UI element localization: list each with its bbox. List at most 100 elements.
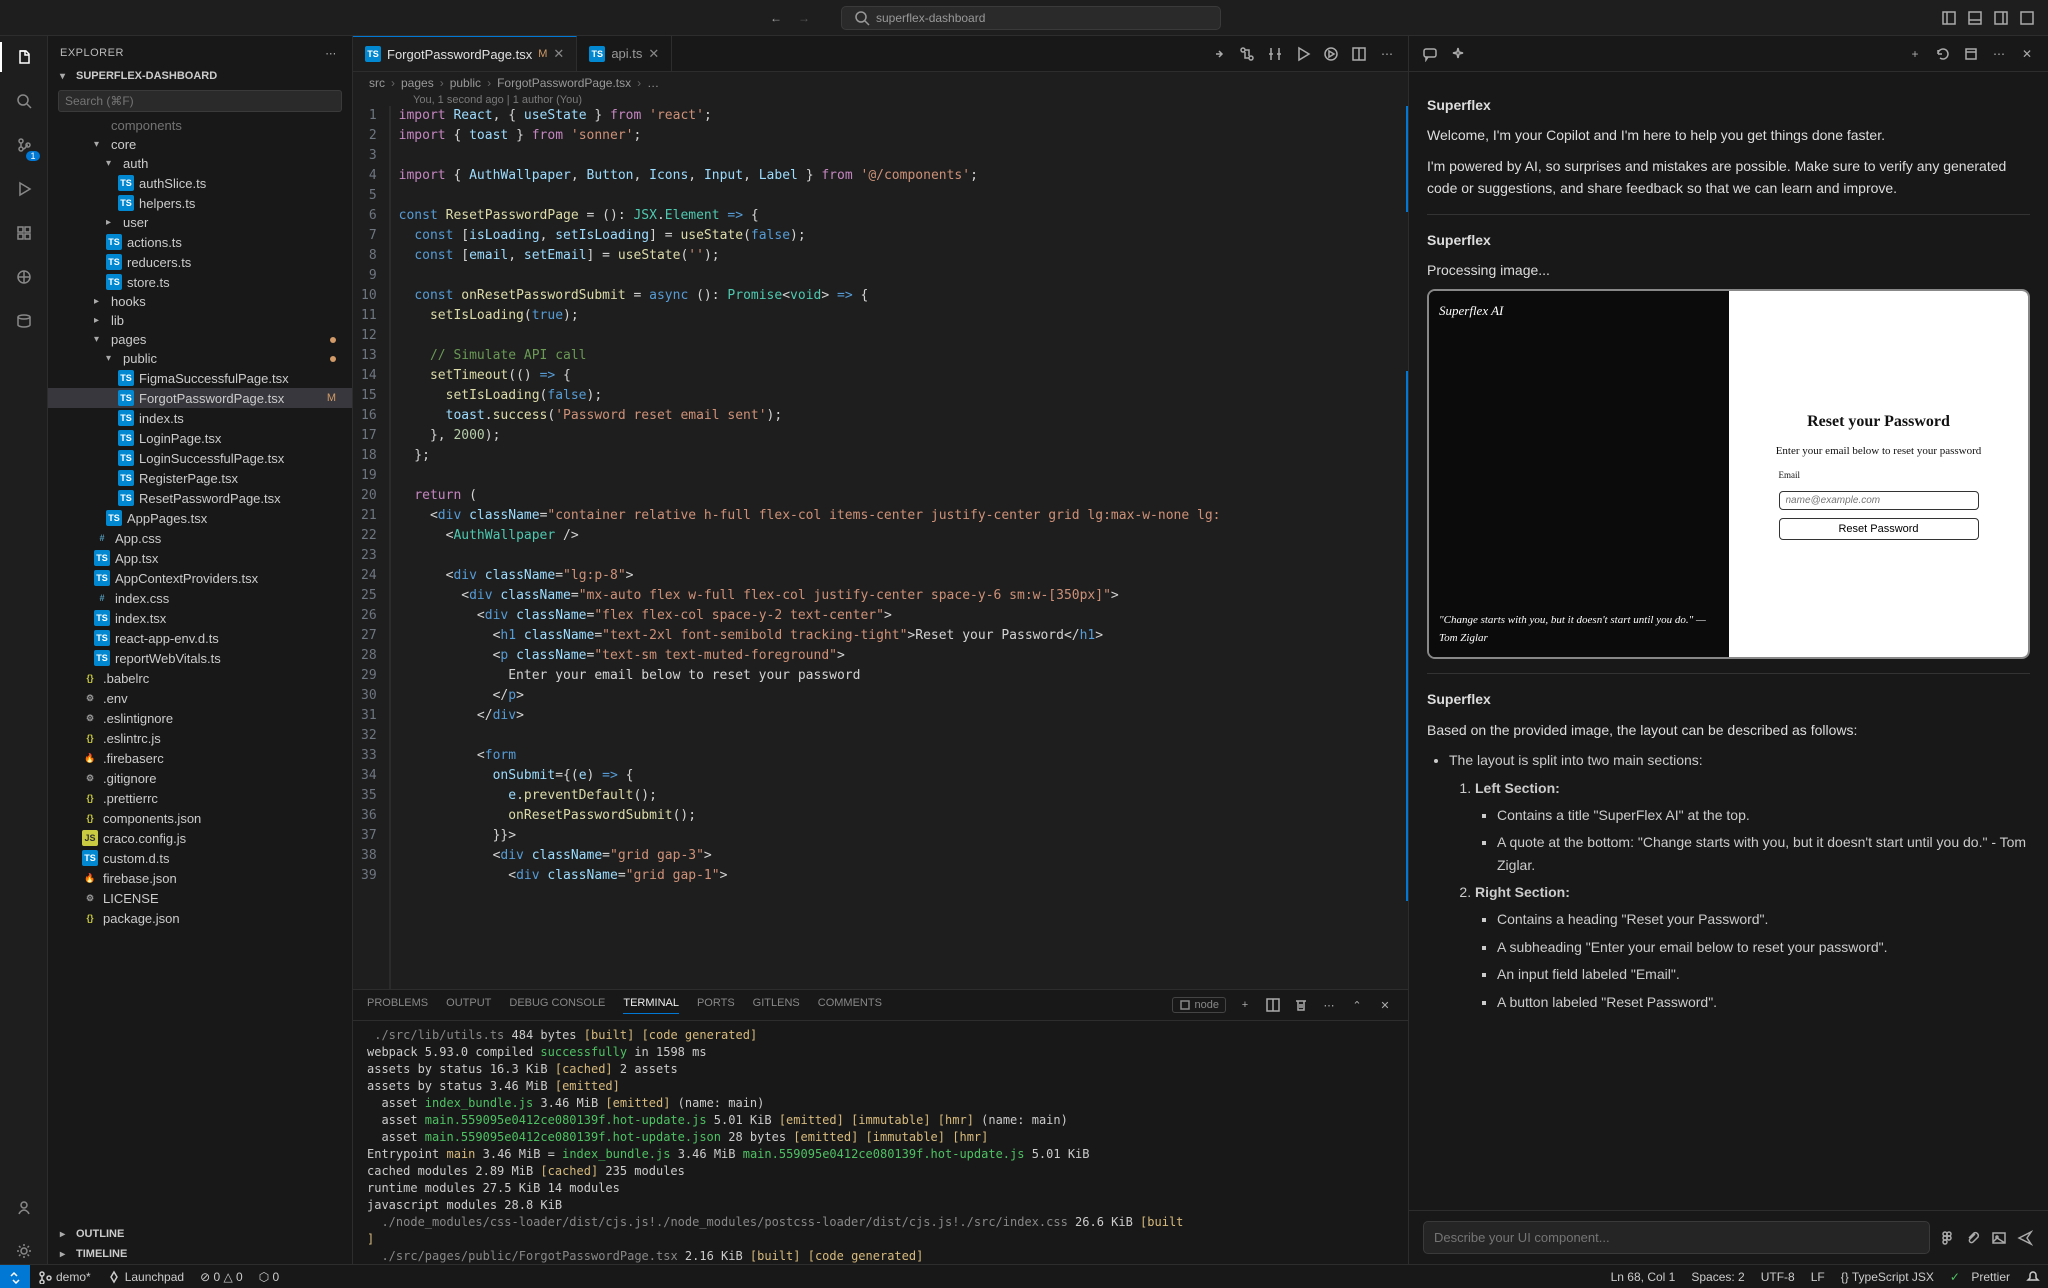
file-item[interactable]: TSAppContextProviders.tsx [48, 568, 352, 588]
nav-back-icon[interactable]: ← [767, 9, 785, 27]
split-terminal-icon[interactable] [1264, 996, 1282, 1014]
close-tab-icon[interactable]: ✕ [553, 46, 564, 62]
folder-item[interactable]: ▸user [48, 213, 352, 232]
file-item[interactable]: TSauthSlice.ts [48, 173, 352, 193]
layout-bottom-icon[interactable] [1966, 9, 1984, 27]
file-item[interactable]: TSLoginSuccessfulPage.tsx [48, 448, 352, 468]
split-icon[interactable] [1350, 45, 1368, 63]
file-item[interactable]: TSFigmaSuccessfulPage.tsx [48, 368, 352, 388]
timeline-section[interactable]: ▸TIMELINE [48, 1244, 352, 1264]
project-section[interactable]: ▾SUPERFLEX-DASHBOARD [48, 66, 352, 86]
account-icon[interactable] [11, 1194, 37, 1220]
branch-indicator[interactable]: demo* [30, 1270, 99, 1284]
file-item[interactable]: TSForgotPasswordPage.tsxM [48, 388, 352, 408]
file-item[interactable]: TSApp.tsx [48, 548, 352, 568]
close-panel-icon[interactable]: ✕ [1376, 996, 1394, 1014]
file-item[interactable]: ⚙.env [48, 688, 352, 708]
file-item[interactable]: #index.css [48, 588, 352, 608]
editor-tab[interactable]: TSapi.ts✕ [577, 36, 672, 71]
file-item[interactable]: TSreact-app-env.d.ts [48, 628, 352, 648]
layout-primary-icon[interactable] [1940, 9, 1958, 27]
folder-item[interactable]: ▸hooks [48, 292, 352, 311]
toggle-icon[interactable] [1210, 45, 1228, 63]
file-item[interactable]: {}.prettierrc [48, 788, 352, 808]
nav-forward-icon[interactable]: → [795, 9, 813, 27]
run-all-icon[interactable] [1322, 45, 1340, 63]
send-icon[interactable] [2016, 1229, 2034, 1247]
encoding[interactable]: UTF-8 [1753, 1270, 1803, 1284]
folder-item[interactable]: ▾pages [48, 330, 352, 349]
terminal-profile[interactable]: node [1172, 997, 1226, 1013]
panel-tab-ports[interactable]: PORTS [697, 997, 735, 1013]
kill-terminal-icon[interactable] [1292, 996, 1310, 1014]
folder-item[interactable]: ▾core [48, 135, 352, 154]
code-editor[interactable]: import React, { useState } from 'react';… [389, 106, 1408, 989]
file-item[interactable]: TSstore.ts [48, 272, 352, 292]
run-icon[interactable] [1294, 45, 1312, 63]
run-debug-icon[interactable] [11, 176, 37, 202]
layout-custom-icon[interactable] [2018, 9, 2036, 27]
file-item[interactable]: {}components.json [48, 808, 352, 828]
file-item[interactable]: TSreducers.ts [48, 252, 352, 272]
panel-more-icon[interactable]: ⋯ [1320, 996, 1338, 1014]
close-tab-icon[interactable]: ✕ [648, 46, 659, 62]
file-item[interactable]: TShelpers.ts [48, 193, 352, 213]
file-item[interactable]: TSAppPages.tsx [48, 508, 352, 528]
launchpad[interactable]: Launchpad [99, 1270, 192, 1284]
file-item[interactable]: ⚙.gitignore [48, 768, 352, 788]
minimap[interactable] [1398, 106, 1408, 989]
attach-icon[interactable] [1964, 1229, 1982, 1247]
problems-indicator[interactable]: ⊘ 0 △ 0 [192, 1270, 251, 1284]
remote-indicator[interactable] [0, 1265, 30, 1288]
file-item[interactable]: {}.babelrc [48, 668, 352, 688]
image-icon[interactable] [1990, 1229, 2008, 1247]
new-terminal-icon[interactable]: + [1236, 996, 1254, 1014]
code-lens[interactable]: You, 1 second ago | 1 author (You) [353, 94, 1408, 106]
new-chat-icon[interactable]: + [1906, 45, 1924, 63]
file-item[interactable]: TSactions.ts [48, 232, 352, 252]
sparkle-icon[interactable] [1449, 45, 1467, 63]
cursor-position[interactable]: Ln 68, Col 1 [1603, 1270, 1684, 1284]
breadcrumbs[interactable]: src›pages›public›ForgotPasswordPage.tsx›… [353, 72, 1408, 94]
indentation[interactable]: Spaces: 2 [1683, 1270, 1752, 1284]
prettier[interactable]: ✓ Prettier [1942, 1270, 2018, 1284]
file-item[interactable]: components [48, 116, 352, 135]
outline-section[interactable]: ▸OUTLINE [48, 1224, 352, 1244]
tree-search-input[interactable] [58, 90, 342, 112]
file-item[interactable]: TSRegisterPage.tsx [48, 468, 352, 488]
tab-more-icon[interactable]: ⋯ [1378, 45, 1396, 63]
file-item[interactable]: 🔥firebase.json [48, 868, 352, 888]
explorer-icon[interactable] [11, 44, 37, 70]
file-item[interactable]: 🔥.firebaserc [48, 748, 352, 768]
file-item[interactable]: ⚙LICENSE [48, 888, 352, 908]
panel-tab-terminal[interactable]: TERMINAL [623, 997, 679, 1014]
notifications-icon[interactable] [2018, 1270, 2048, 1284]
panel-tab-debug-console[interactable]: DEBUG CONSOLE [509, 997, 605, 1013]
file-item[interactable]: TSindex.ts [48, 408, 352, 428]
history-icon[interactable] [1962, 45, 1980, 63]
file-item[interactable]: TScustom.d.ts [48, 848, 352, 868]
search-icon[interactable] [11, 88, 37, 114]
maximize-panel-icon[interactable]: ⌃ [1348, 996, 1366, 1014]
editor-tab[interactable]: TSForgotPasswordPage.tsxM✕ [353, 36, 577, 71]
panel-tab-output[interactable]: OUTPUT [446, 997, 491, 1013]
settings-icon[interactable] [11, 1238, 37, 1264]
close-copilot-icon[interactable]: ✕ [2018, 45, 2036, 63]
copilot-prompt-input[interactable] [1423, 1221, 1930, 1254]
remote-icon[interactable] [11, 264, 37, 290]
folder-item[interactable]: ▾auth [48, 154, 352, 173]
db-icon[interactable] [11, 308, 37, 334]
file-item[interactable]: {}.eslintrc.js [48, 728, 352, 748]
layout-secondary-icon[interactable] [1992, 9, 2010, 27]
file-item[interactable]: #App.css [48, 528, 352, 548]
extensions-icon[interactable] [11, 220, 37, 246]
file-item[interactable]: TSResetPasswordPage.tsx [48, 488, 352, 508]
more-icon[interactable]: ⋯ [322, 44, 340, 62]
source-control-icon[interactable]: 1 [11, 132, 37, 158]
file-item[interactable]: TSLoginPage.tsx [48, 428, 352, 448]
command-center[interactable]: superflex-dashboard [841, 6, 1221, 30]
file-item[interactable]: JScraco.config.js [48, 828, 352, 848]
panel-tab-problems[interactable]: PROBLEMS [367, 997, 428, 1013]
copilot-more-icon[interactable]: ⋯ [1990, 45, 2008, 63]
diff-icon[interactable] [1266, 45, 1284, 63]
